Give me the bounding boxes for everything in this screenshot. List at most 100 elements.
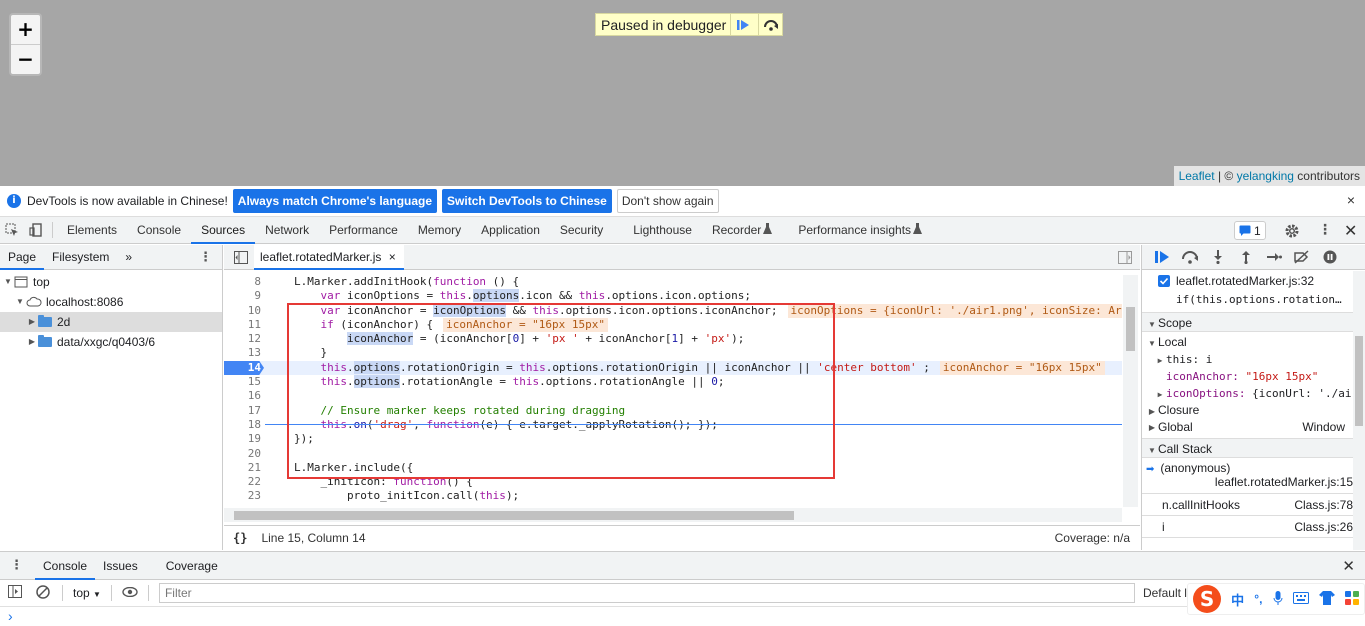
- tab-network[interactable]: Network: [255, 217, 319, 244]
- more-options-icon[interactable]: ⋮: [1318, 222, 1332, 238]
- pretty-print-button[interactable]: {}: [233, 531, 247, 545]
- callstack-section-header[interactable]: ▼ Call Stack: [1142, 438, 1365, 458]
- close-devtools-icon[interactable]: ✕: [1344, 221, 1357, 241]
- step-over-icon[interactable]: [758, 14, 782, 35]
- scroll-thumb[interactable]: [1355, 336, 1363, 426]
- zoom-in-button[interactable]: +: [11, 15, 40, 44]
- tab-console-drawer[interactable]: Console: [35, 552, 96, 580]
- tree-node-data[interactable]: ▶ data/xxgc/q0403/6: [0, 332, 222, 352]
- line-number[interactable]: 16: [224, 389, 264, 403]
- leaflet-link[interactable]: Leaflet: [1179, 169, 1215, 183]
- tab-sources[interactable]: Sources: [191, 217, 256, 244]
- deactivate-breakpoints-icon[interactable]: [1288, 245, 1316, 270]
- line-number[interactable]: 22: [224, 475, 264, 489]
- call-frame[interactable]: ➡ (anonymous) leaflet.rotatedMarker.js:15: [1142, 458, 1365, 494]
- line-number[interactable]: 17: [224, 404, 264, 418]
- tab-filesystem[interactable]: Filesystem: [44, 245, 117, 270]
- ime-chinese-mode[interactable]: 中: [1231, 590, 1244, 609]
- scroll-thumb[interactable]: [1126, 307, 1135, 351]
- close-tab-icon[interactable]: ×: [389, 250, 396, 264]
- line-number[interactable]: 15: [224, 375, 264, 389]
- clear-console-icon[interactable]: [36, 584, 50, 602]
- line-number[interactable]: 18: [224, 418, 264, 432]
- line-number[interactable]: 21: [224, 461, 264, 475]
- switch-chinese-button[interactable]: Switch DevTools to Chinese: [442, 189, 612, 213]
- tab-recorder[interactable]: Recorder: [702, 217, 771, 244]
- context-select[interactable]: top ▼: [73, 586, 101, 600]
- checkbox-checked-icon[interactable]: [1158, 275, 1170, 287]
- file-tab[interactable]: leaflet.rotatedMarker.js ×: [254, 244, 404, 270]
- step-into-icon[interactable]: [1204, 245, 1232, 270]
- eye-icon[interactable]: [122, 586, 138, 600]
- line-number[interactable]: 19: [224, 432, 264, 446]
- tab-console[interactable]: Console: [127, 217, 191, 244]
- inspect-element-icon[interactable]: [0, 217, 24, 244]
- map-viewport[interactable]: + − Paused in debugger Leaflet | © yelan…: [0, 0, 1365, 186]
- pause-on-exceptions-icon[interactable]: [1316, 245, 1344, 270]
- line-number[interactable]: 12: [224, 332, 264, 346]
- resume-icon[interactable]: [1148, 245, 1176, 270]
- step-out-icon[interactable]: [1232, 245, 1260, 270]
- vertical-scrollbar[interactable]: [1123, 275, 1138, 507]
- scope-local[interactable]: ▼ Local: [1142, 334, 1365, 351]
- toggle-debugger-icon[interactable]: [1118, 251, 1132, 267]
- tree-node-top[interactable]: ▼ top: [0, 272, 222, 292]
- call-frame[interactable]: i Class.js:26: [1142, 516, 1365, 538]
- call-frame[interactable]: n.callInitHooks Class.js:78: [1142, 494, 1365, 516]
- line-number[interactable]: 20: [224, 447, 264, 461]
- dont-show-button[interactable]: Don't show again: [616, 189, 719, 213]
- zoom-out-button[interactable]: −: [11, 44, 40, 73]
- line-number[interactable]: 8: [224, 275, 264, 289]
- scope-closure[interactable]: ▶ Closure: [1142, 402, 1365, 419]
- tree-node-2d[interactable]: ▶ 2d: [0, 312, 222, 332]
- step-icon[interactable]: [1260, 245, 1288, 270]
- tab-security[interactable]: Security: [550, 217, 613, 244]
- code-editor[interactable]: 8 L.Marker.addInitHook(function () { 9 va…: [224, 275, 1122, 507]
- ime-punctuation[interactable]: °,: [1254, 592, 1262, 606]
- tab-lighthouse[interactable]: Lighthouse: [623, 217, 702, 244]
- tab-elements[interactable]: Elements: [57, 217, 127, 244]
- horizontal-scrollbar[interactable]: [224, 508, 1122, 522]
- tab-application[interactable]: Application: [471, 217, 550, 244]
- toolbox-icon[interactable]: [1344, 590, 1359, 608]
- more-options-icon[interactable]: ⋮: [199, 250, 212, 265]
- line-number[interactable]: 10: [224, 304, 264, 318]
- tab-page[interactable]: Page: [0, 245, 45, 270]
- close-drawer-icon[interactable]: ✕: [1342, 557, 1355, 575]
- breakpoint-marker[interactable]: 14: [224, 360, 264, 376]
- sogou-logo-icon[interactable]: S: [1193, 585, 1222, 613]
- line-number[interactable]: 23: [224, 489, 264, 503]
- console-prompt[interactable]: ›: [0, 607, 1365, 625]
- sidebar-scrollbar[interactable]: [1353, 271, 1365, 550]
- close-icon[interactable]: ×: [1347, 192, 1355, 208]
- author-link[interactable]: yelangking: [1237, 169, 1294, 183]
- settings-gear-icon[interactable]: [1284, 223, 1300, 242]
- microphone-icon[interactable]: [1273, 590, 1283, 608]
- toggle-navigator-icon[interactable]: [234, 251, 248, 267]
- skin-icon[interactable]: [1318, 590, 1335, 608]
- tab-performance-insights[interactable]: Performance insights: [788, 217, 921, 244]
- scope-var-this[interactable]: ▶ this: i: [1142, 351, 1365, 368]
- scope-section-header[interactable]: ▼ Scope: [1142, 312, 1365, 332]
- issues-badge[interactable]: 1: [1234, 221, 1266, 240]
- resume-icon[interactable]: [730, 14, 754, 35]
- tab-memory[interactable]: Memory: [408, 217, 471, 244]
- scope-var-iconoptions[interactable]: ▶ iconOptions: {iconUrl: './ai: [1142, 385, 1365, 402]
- tab-coverage[interactable]: Coverage: [158, 552, 226, 580]
- line-number[interactable]: 11: [224, 318, 264, 332]
- tab-issues[interactable]: Issues: [95, 552, 146, 580]
- line-number[interactable]: 9: [224, 289, 264, 303]
- scope-var-iconanchor[interactable]: iconAnchor: "16px 15px": [1142, 368, 1365, 385]
- keyboard-icon[interactable]: [1292, 591, 1309, 607]
- console-sidebar-icon[interactable]: [8, 585, 22, 601]
- match-language-button[interactable]: Always match Chrome's language: [232, 189, 438, 213]
- breakpoint-entry[interactable]: leaflet.rotatedMarker.js:32: [1142, 273, 1365, 291]
- tree-node-localhost[interactable]: ▼ localhost:8086: [0, 292, 222, 312]
- console-filter-input[interactable]: Filter: [158, 583, 1135, 603]
- device-toggle-icon[interactable]: [24, 217, 48, 244]
- drawer-menu-icon[interactable]: ⋮: [10, 558, 23, 573]
- step-over-icon[interactable]: [1176, 245, 1204, 270]
- line-number[interactable]: 13: [224, 346, 264, 360]
- scope-global[interactable]: ▶ Global Window: [1142, 419, 1365, 436]
- more-tabs-icon[interactable]: »: [117, 245, 140, 270]
